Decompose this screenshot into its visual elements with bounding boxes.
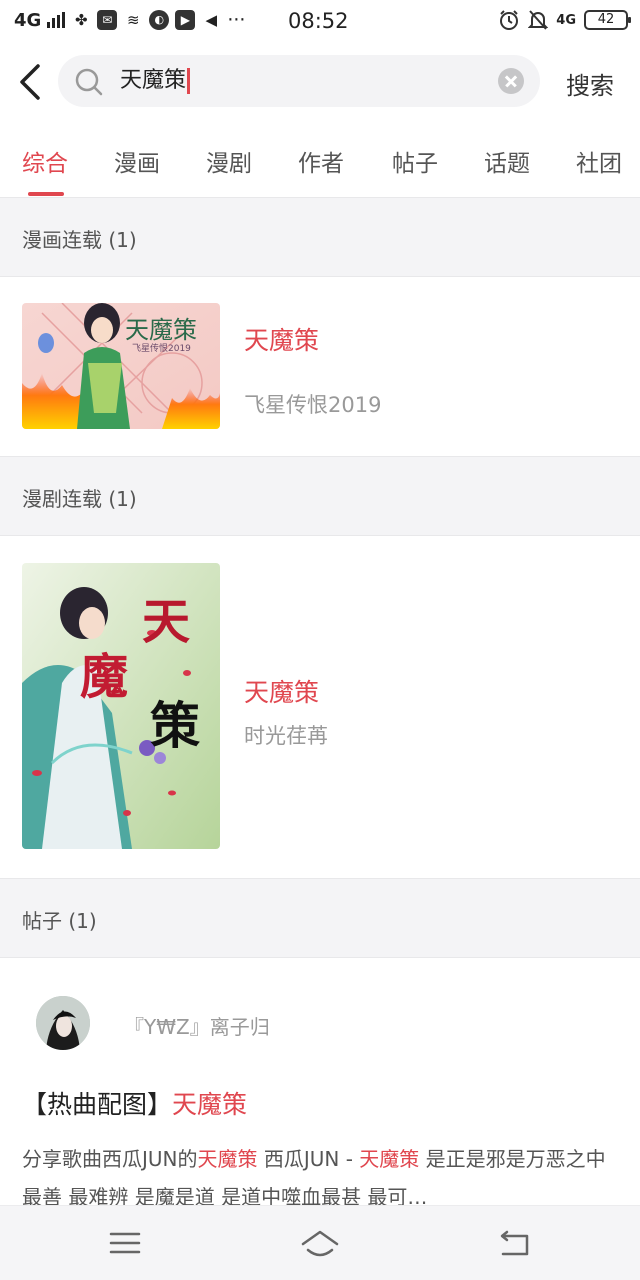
cover-title-text: 天魔策 — [125, 316, 197, 344]
network-type-right: 4G — [556, 12, 576, 28]
tab-dramas[interactable]: 漫剧 — [206, 144, 252, 178]
post-excerpt-part: 西瓜JUN - — [257, 1147, 360, 1171]
tab-posts[interactable]: 帖子 — [392, 144, 438, 178]
back-nav-icon[interactable] — [495, 1226, 535, 1260]
post-title-prefix: 【热曲配图】 — [22, 1090, 173, 1119]
post-title-highlight: 天魔策 — [172, 1090, 248, 1119]
section-header-dramas: 漫剧连载 (1) — [0, 456, 640, 536]
post-excerpt-highlight: 天魔策 — [197, 1147, 258, 1171]
more-notifications: ··· — [227, 9, 246, 31]
search-bar: 天魔策 搜索 — [0, 54, 640, 110]
section-title: 漫画连载 (1) — [22, 228, 137, 252]
clock: 08:52 — [288, 9, 349, 33]
mail-icon: ✉ — [97, 10, 118, 30]
post-username[interactable]: 『Y₩Z』离子归 — [124, 1011, 270, 1040]
mute-icon: ◀ — [205, 11, 218, 29]
post-excerpt-highlight: 天魔策 — [359, 1147, 420, 1171]
search-query-text[interactable]: 天魔策 — [120, 68, 191, 94]
comic-author: 飞星传恨2019 — [244, 393, 382, 417]
home-icon[interactable] — [300, 1226, 340, 1260]
fan-icon: ✤ — [75, 11, 88, 29]
tab-comics[interactable]: 漫画 — [114, 144, 160, 178]
clear-icon[interactable] — [498, 68, 524, 94]
tab-authors[interactable]: 作者 — [298, 144, 344, 178]
section-header-posts: 帖子 (1) — [0, 878, 640, 958]
search-results-page: 4G ✤ ✉ ≋ ◐ ▶ ◀ ··· 08:52 4G 42 天魔策 搜索 综合… — [0, 0, 640, 1280]
signal-icon — [47, 12, 66, 28]
ball-icon: ◐ — [149, 10, 170, 30]
section-title: 漫剧连载 (1) — [22, 487, 137, 511]
cover-caption-text: 飞星传恨2019 — [132, 342, 191, 354]
stack-icon: ≋ — [127, 11, 140, 29]
drama-cover-image[interactable]: 天 魔 策 — [22, 563, 220, 849]
tab-topics[interactable]: 话题 — [484, 144, 530, 178]
search-icon — [75, 68, 103, 96]
back-button[interactable] — [14, 62, 50, 102]
menu-icon[interactable] — [105, 1226, 145, 1260]
tab-all[interactable]: 综合 — [22, 144, 68, 178]
battery-icon: 42 — [584, 10, 631, 30]
post-title[interactable]: 【热曲配图】天魔策 — [22, 1085, 247, 1121]
category-tabs: 综合 漫画 漫剧 作者 帖子 话题 社团 — [0, 128, 640, 196]
comic-title[interactable]: 天魔策 — [244, 321, 319, 357]
cover-char-1: 天 — [142, 594, 190, 650]
post-excerpt-part: 分享歌曲西瓜JUN的 — [22, 1147, 198, 1171]
comic-cover-image[interactable]: 天魔策 飞星传恨2019 — [22, 303, 220, 429]
section-title: 帖子 (1) — [22, 909, 97, 933]
status-bar: 4G ✤ ✉ ≋ ◐ ▶ ◀ ··· 08:52 4G 42 — [0, 0, 640, 44]
section-header-comics: 漫画连载 (1) — [0, 197, 640, 277]
status-right: 4G 42 — [498, 9, 631, 31]
drama-title[interactable]: 天魔策 — [244, 673, 319, 709]
system-navigation-bar — [0, 1205, 640, 1280]
drama-author: 时光荏苒 — [244, 724, 328, 748]
play-icon: ▶ — [175, 10, 196, 30]
avatar[interactable] — [36, 996, 90, 1050]
cover-char-3: 策 — [150, 696, 200, 755]
active-tab-indicator — [28, 192, 64, 196]
network-type: 4G — [14, 9, 42, 31]
notification-off-icon — [528, 10, 549, 30]
alarm-icon — [500, 10, 519, 30]
status-left: 4G ✤ ✉ ≋ ◐ ▶ ◀ ··· — [14, 9, 245, 31]
search-input[interactable]: 天魔策 — [58, 55, 540, 107]
cover-char-2: 魔 — [80, 649, 128, 705]
tab-clubs[interactable]: 社团 — [576, 144, 622, 178]
search-button[interactable]: 搜索 — [566, 66, 614, 101]
